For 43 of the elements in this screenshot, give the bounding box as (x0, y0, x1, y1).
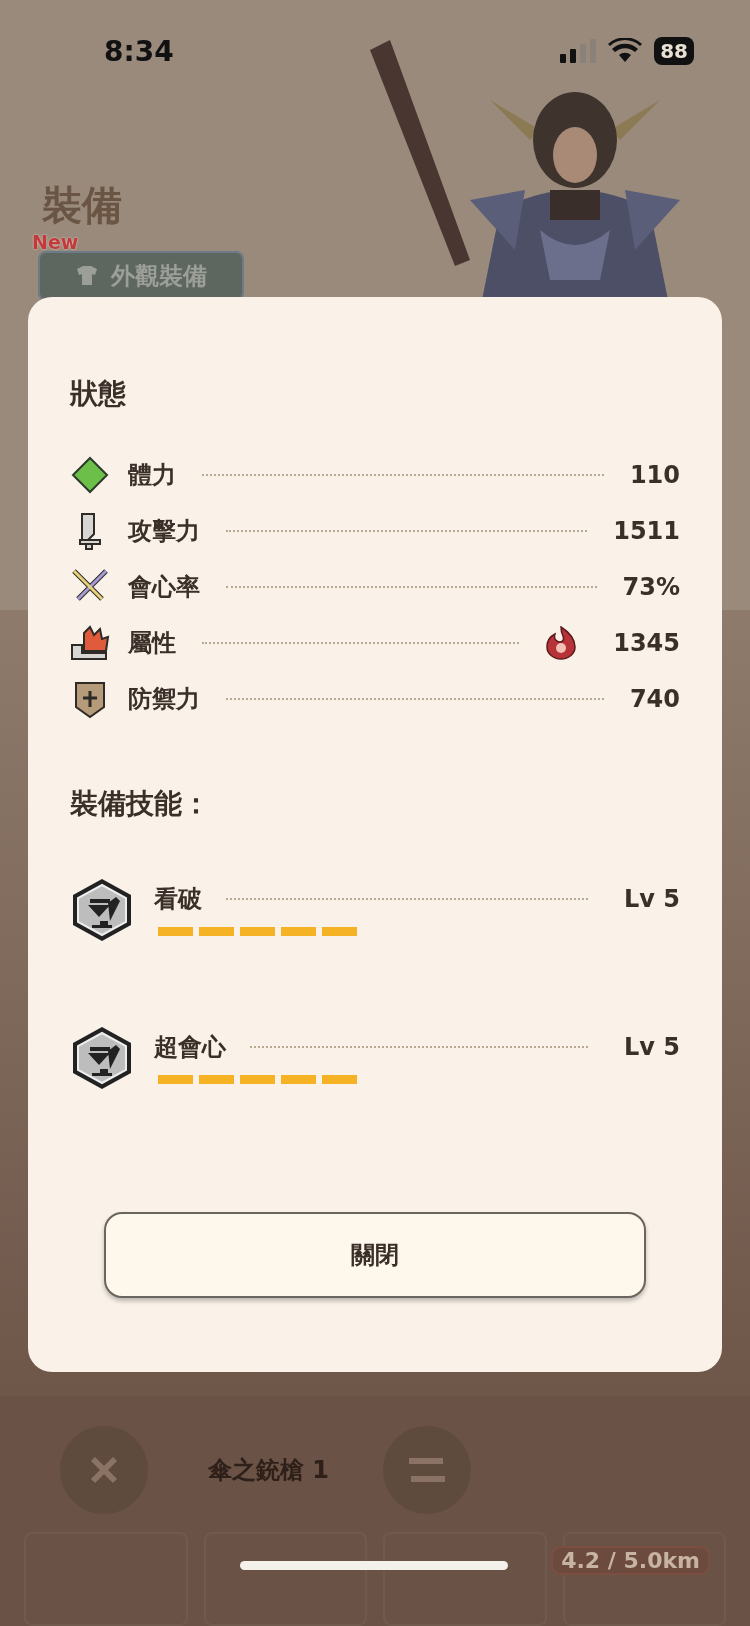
new-label: New (32, 231, 79, 253)
weapon-name: 傘之銃槍 1 (208, 1455, 330, 1486)
skill-name: 看破 (154, 884, 202, 915)
dialog-title: 狀態 (70, 376, 126, 412)
diamond-icon (70, 455, 110, 495)
stat-value: 110 (629, 461, 680, 489)
level-pip (199, 1075, 234, 1084)
level-pip (240, 927, 275, 936)
level-pip (158, 927, 193, 936)
weapon-card[interactable] (203, 1532, 367, 1626)
close-icon (89, 1455, 119, 1485)
signal-icon (560, 39, 597, 63)
stat-value: 73% (622, 573, 680, 601)
skill-level: Lv 5 (624, 885, 680, 913)
stat-value: 740 (629, 685, 680, 713)
level-pip (281, 1075, 316, 1084)
stat-label: 屬性 (128, 628, 176, 659)
distance-label: 4.2 / 5.0km (551, 1546, 710, 1575)
fire-swirl-icon (545, 626, 578, 660)
level-pip (199, 927, 234, 936)
page-title: 裝備 (42, 181, 122, 230)
stat-value: 1511 (613, 517, 680, 545)
flame-blade-icon (70, 623, 110, 663)
level-pip (240, 1075, 275, 1084)
stat-label: 體力 (128, 460, 176, 491)
skill-level: Lv 5 (624, 1033, 680, 1061)
weapon-card[interactable] (383, 1532, 547, 1626)
level-pip (281, 927, 316, 936)
level-pip (158, 1075, 193, 1084)
stat-label: 防禦力 (128, 684, 200, 715)
stat-label: 攻擊力 (128, 516, 200, 547)
skill-badge-icon (70, 1025, 134, 1091)
wifi-icon (608, 38, 643, 64)
level-pip (322, 927, 357, 936)
section-title: 裝備技能： (70, 786, 210, 822)
skill-badge-icon (70, 877, 134, 943)
close-button[interactable]: 關閉 (104, 1212, 646, 1298)
stat-label: 會心率 (128, 572, 200, 603)
stat-value: 1345 (613, 629, 680, 657)
level-pip (322, 1075, 357, 1084)
battery-level: 88 (654, 37, 694, 65)
clock-time: 8:34 (104, 34, 174, 68)
skill-name: 超會心 (154, 1032, 226, 1063)
